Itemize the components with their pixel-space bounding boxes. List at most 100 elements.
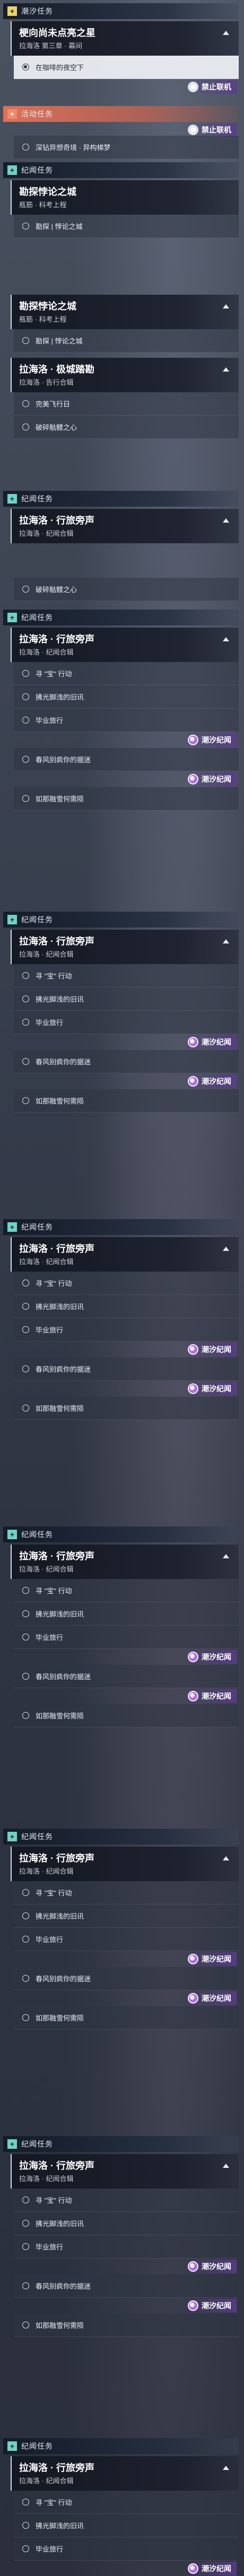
travel-quest-card[interactable]: 拉海洛 · 行旅旁声 拉海洛 · 纪闻合辑 [11, 628, 239, 662]
ji-quest-header[interactable]: + 纪闻任务 [3, 1829, 239, 1845]
travel-quest-card[interactable]: 拉海洛 · 行旅旁声 拉海洛 · 纪闻合辑 [11, 2456, 239, 2491]
quest-step[interactable]: 寻 "宝" 行动 [14, 1272, 239, 1295]
quest-step[interactable]: 春风别疯你的据迷 [14, 1665, 239, 1688]
plus-icon: + [7, 6, 17, 16]
quest-title: 拉海洛 · 行旅旁声 [19, 634, 94, 645]
badge-label: 潮汐纪闻 [202, 1384, 231, 1393]
ji-quest-header[interactable]: + 纪闻任务 [3, 912, 239, 928]
collapse-chevron-icon[interactable] [223, 637, 229, 641]
collapse-chevron-icon[interactable] [223, 2466, 229, 2470]
quest-step[interactable]: 拂光脚浅的旧讯 [14, 1602, 239, 1626]
ji-quest-header[interactable]: + 纪闻任务 [3, 2136, 239, 2152]
quest-title: 勘探悖论之城 [19, 187, 76, 197]
quest-step[interactable]: 寻 "宝" 行动 [14, 1881, 239, 1904]
badge-row: 潮汐纪闻 [0, 1649, 244, 1665]
step-label: 拂光脚浅的旧讯 [36, 2522, 84, 2530]
activity-quest-header[interactable]: + 活动任务 [3, 106, 239, 122]
quest-step[interactable]: 毕业旅行 [14, 1928, 239, 1951]
quest-step[interactable]: 毕业旅行 [14, 2235, 239, 2259]
tide-quest-card[interactable]: 梗向尚未点亮之星 拉海洛 第三章 · 幕间 [11, 21, 239, 56]
no-coop-icon [188, 82, 198, 92]
quest-step[interactable]: 春风别疯你的据迷 [14, 2274, 239, 2298]
quest-step[interactable]: 勘探 | 悖论之城 [14, 329, 239, 352]
quest-step[interactable]: 春风别疯你的据迷 [14, 1050, 239, 1073]
badge-row: 潮汐纪闻 [0, 1073, 244, 1089]
quest-step-current[interactable]: 在咖啡的夜空下 [14, 56, 239, 79]
travel-quest-card[interactable]: 拉海洛 · 行旅旁声 拉海洛 · 纪闻合辑 [11, 509, 239, 543]
explore-quest-card[interactable]: 勘探悖论之城 瓶筋 · 科考上程 [11, 295, 239, 329]
collapse-chevron-icon[interactable] [223, 31, 229, 35]
ji-quest-header[interactable]: + 纪闻任务 [3, 610, 239, 625]
step-label: 毕业旅行 [36, 1326, 64, 1334]
quest-step[interactable]: 破碎骷髅之心 [14, 416, 239, 439]
collapse-chevron-icon[interactable] [223, 1554, 229, 1558]
quest-step[interactable]: 寻 "宝" 行动 [14, 1579, 239, 1602]
quest-step[interactable]: 春风别疯你的据迷 [14, 1357, 239, 1381]
activity-step[interactable]: 深钻异想奇境 · 异构梯梦 [14, 136, 239, 159]
travel-quest-card[interactable]: 拉海洛 · 行旅旁声 拉海洛 · 纪闻合辑 [11, 2154, 239, 2189]
step-radio-icon [22, 1326, 29, 1333]
collapse-chevron-icon[interactable] [223, 1247, 229, 1251]
quest-step[interactable]: 毕业旅行 [14, 1626, 239, 1649]
quest-step[interactable]: 寻 "宝" 行动 [14, 964, 239, 987]
collapse-chevron-icon[interactable] [223, 1856, 229, 1860]
step-radio-icon [22, 1936, 29, 1943]
quest-step[interactable]: 寻 "宝" 行动 [14, 2491, 239, 2514]
collapse-chevron-icon[interactable] [223, 518, 229, 523]
quest-step[interactable]: 拂光脚浅的旧讯 [14, 2514, 239, 2537]
plus-icon: + [7, 1222, 17, 1232]
quest-step[interactable]: 如那融雪何需陨 [14, 1704, 239, 1727]
quest-step[interactable]: 毕业旅行 [14, 1011, 239, 1034]
step-radio-icon [22, 424, 29, 430]
quest-step[interactable]: 春风别疯你的据迷 [14, 1967, 239, 1990]
collapse-chevron-icon[interactable] [223, 939, 229, 943]
quest-step[interactable]: 春风别疯你的据迷 [14, 748, 239, 771]
collapse-chevron-icon[interactable] [223, 304, 229, 308]
quest-step[interactable]: 毕业旅行 [14, 709, 239, 732]
collapse-chevron-icon[interactable] [223, 2164, 229, 2168]
step-radio-icon [22, 995, 29, 1002]
no-coop-icon [188, 125, 198, 135]
quest-step[interactable]: 拂光脚浅的旧讯 [14, 685, 239, 709]
quest-step[interactable]: 拂光脚浅的旧讯 [14, 987, 239, 1011]
ji-quest-header[interactable]: + 纪闻任务 [3, 162, 239, 178]
quest-step[interactable]: 毕业旅行 [14, 1318, 239, 1342]
travel-quest-card[interactable]: 拉海洛 · 行旅旁声 拉海洛 · 纪闻合辑 [11, 1545, 239, 1579]
quest-step[interactable]: 毕业旅行 [14, 2537, 239, 2561]
ji-quest-header[interactable]: + 纪闻任务 [3, 1527, 239, 1542]
quest-step[interactable]: 如那融雪何需陨 [14, 2006, 239, 2030]
ji-quest-header[interactable]: + 纪闻任务 [3, 2438, 239, 2454]
quest-step[interactable]: 如那融雪何需陨 [14, 1397, 239, 1420]
quest-step[interactable]: 如那融雪何需陨 [14, 2314, 239, 2337]
quest-step[interactable]: 完美飞行日 [14, 392, 239, 416]
quest-step[interactable]: 破碎骷髅之心 [14, 578, 239, 601]
city-quest-card[interactable]: 拉海洛 · 极城踏勘 拉海洛 · 告行合辑 [11, 358, 239, 392]
travel-quest-card[interactable]: 拉海洛 · 行旅旁声 拉海洛 · 纪闻合辑 [11, 1847, 239, 1881]
step-label: 春风别疯你的据迷 [36, 2282, 91, 2290]
quest-step[interactable]: 勘探 | 悖论之城 [14, 215, 239, 238]
ji-quest-header[interactable]: + 纪闻任务 [3, 1219, 239, 1235]
quest-step[interactable]: 寻 "宝" 行动 [14, 662, 239, 685]
badge-row: 潮汐纪闻 [0, 1688, 244, 1704]
step-radio-icon [22, 2014, 29, 2021]
badge-row: 潮汐纪闻 [0, 2298, 244, 2314]
quest-step[interactable]: 拂光脚浅的旧讯 [14, 1295, 239, 1318]
step-radio-icon [22, 1365, 29, 1372]
step-radio-icon [22, 1097, 29, 1104]
badge-label: 禁止联机 [202, 126, 231, 134]
step-label: 如那融雪何需陨 [36, 2014, 84, 2022]
tide-quest-header[interactable]: + 潮汐任务 [3, 3, 239, 19]
collapse-chevron-icon[interactable] [223, 367, 229, 372]
travel-quest-card[interactable]: 拉海洛 · 行旅旁声 拉海洛 · 纪闻合辑 [11, 1237, 239, 1272]
quest-step[interactable]: 拂光脚浅的旧讯 [14, 1904, 239, 1928]
quest-title: 拉海洛 · 行旅旁声 [19, 1853, 94, 1864]
ji-header-label: 纪闻任务 [21, 1223, 53, 1231]
quest-step[interactable]: 如那融雪何需陨 [14, 1089, 239, 1113]
quest-step[interactable]: 寻 "宝" 行动 [14, 2189, 239, 2212]
quest-step[interactable]: 拂光脚浅的旧讯 [14, 2212, 239, 2235]
quest-step[interactable]: 如那融雪何需陨 [14, 787, 239, 810]
travel-quest-card[interactable]: 拉海洛 · 行旅旁声 拉海洛 · 纪闻合辑 [11, 930, 239, 964]
ji-quest-header[interactable]: + 纪闻任务 [3, 491, 239, 507]
explore-quest-card[interactable]: 勘探悖论之城 瓶筋 · 科考上程 [11, 180, 239, 215]
step-radio-icon [22, 2545, 29, 2552]
